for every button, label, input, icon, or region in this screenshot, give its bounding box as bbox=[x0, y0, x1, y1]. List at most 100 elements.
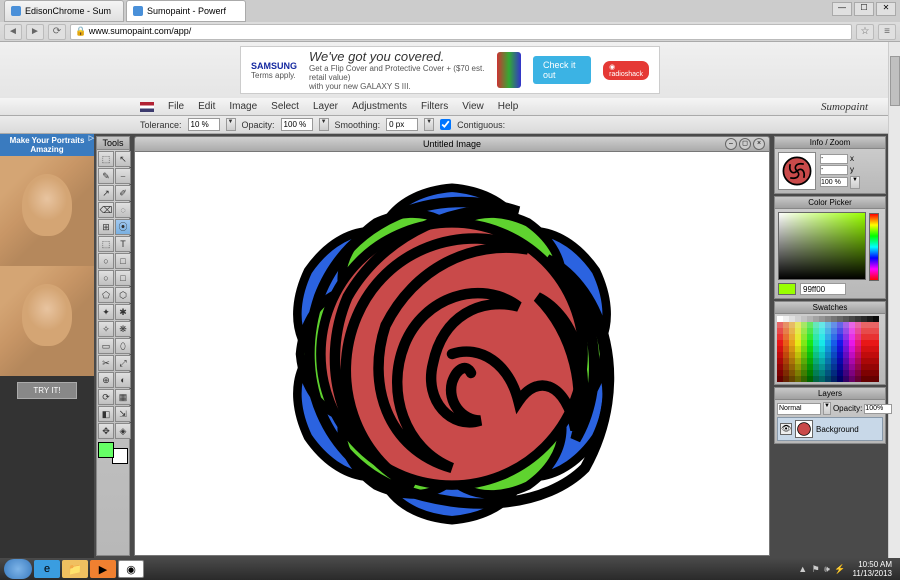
tool-button[interactable]: ⊞ bbox=[98, 219, 114, 235]
tool-button[interactable]: ✱ bbox=[115, 304, 131, 320]
info-x-input[interactable] bbox=[820, 154, 848, 164]
dropdown-icon[interactable]: ▼ bbox=[424, 118, 434, 131]
tool-button[interactable]: ⬚ bbox=[98, 236, 114, 252]
tool-button[interactable]: ✥ bbox=[98, 423, 114, 439]
current-color-swatch[interactable] bbox=[778, 283, 796, 295]
dropdown-icon[interactable]: ▼ bbox=[226, 118, 236, 131]
bookmark-button[interactable]: ☆ bbox=[856, 24, 874, 40]
tool-button[interactable]: ⬯ bbox=[115, 338, 131, 354]
browser-tab[interactable]: EdisonChrome - Sum bbox=[4, 0, 124, 22]
menu-select[interactable]: Select bbox=[271, 101, 299, 112]
tool-button[interactable]: ⦿ bbox=[115, 219, 131, 235]
tool-button[interactable]: ↖ bbox=[115, 151, 131, 167]
foreground-color-well[interactable] bbox=[98, 442, 114, 458]
tool-button[interactable]: ✎ bbox=[98, 168, 114, 184]
dropdown-icon[interactable]: ▼ bbox=[319, 118, 329, 131]
tool-button[interactable]: ⎯ bbox=[115, 168, 131, 184]
swatch[interactable] bbox=[873, 376, 879, 382]
hex-input[interactable] bbox=[800, 283, 846, 295]
tray-icons[interactable]: ▲ ⚑ 🕪 ⚡ bbox=[798, 565, 846, 574]
menu-image[interactable]: Image bbox=[229, 101, 257, 112]
blend-mode-select[interactable] bbox=[777, 403, 821, 415]
close-button[interactable]: ✕ bbox=[876, 2, 896, 16]
tool-button[interactable]: ▭ bbox=[98, 338, 114, 354]
tool-button[interactable]: ◐ bbox=[115, 372, 131, 388]
canvas[interactable] bbox=[134, 152, 770, 556]
scrollbar-thumb[interactable] bbox=[890, 56, 900, 106]
adchoices-icon[interactable]: ▷ bbox=[89, 134, 94, 142]
tool-button[interactable]: ❋ bbox=[115, 321, 131, 337]
menu-layer[interactable]: Layer bbox=[313, 101, 338, 112]
tool-button[interactable]: ⬚ bbox=[98, 151, 114, 167]
contiguous-checkbox[interactable] bbox=[440, 119, 451, 130]
tool-button[interactable]: ✐ bbox=[115, 185, 131, 201]
url-input[interactable]: 🔒 www.sumopaint.com/app/ bbox=[70, 24, 852, 40]
layer-row[interactable]: 👁 Background bbox=[777, 417, 883, 441]
opacity-input[interactable] bbox=[281, 118, 313, 131]
back-button[interactable]: ◄ bbox=[4, 24, 22, 40]
tool-button[interactable]: ⬠ bbox=[98, 287, 114, 303]
ad-cta-button[interactable]: Check it out bbox=[533, 56, 591, 84]
start-button[interactable] bbox=[4, 559, 32, 579]
tool-button[interactable]: ✂ bbox=[98, 355, 114, 371]
opacity-label: Opacity: bbox=[833, 404, 862, 413]
canvas-titlebar[interactable]: Untitled Image – ◻ × bbox=[134, 136, 770, 152]
tool-button[interactable]: ⟳ bbox=[98, 389, 114, 405]
tool-button[interactable]: □ bbox=[115, 270, 131, 286]
forward-button[interactable]: ► bbox=[26, 24, 44, 40]
tool-button[interactable]: ⌫ bbox=[98, 202, 114, 218]
menu-filters[interactable]: Filters bbox=[421, 101, 448, 112]
canvas-minimize-icon[interactable]: – bbox=[725, 138, 737, 150]
smoothing-input[interactable] bbox=[386, 118, 418, 131]
canvas-maximize-icon[interactable]: ◻ bbox=[739, 138, 751, 150]
canvas-close-icon[interactable]: × bbox=[753, 138, 765, 150]
tool-button[interactable]: ○ bbox=[98, 253, 114, 269]
tool-button[interactable]: ⤢ bbox=[115, 355, 131, 371]
tool-button[interactable]: ◌ bbox=[115, 202, 131, 218]
dropdown-icon[interactable]: ▼ bbox=[823, 402, 831, 415]
menu-file[interactable]: File bbox=[168, 101, 184, 112]
flag-icon[interactable] bbox=[140, 102, 154, 112]
tool-button[interactable]: ▦ bbox=[115, 389, 131, 405]
hue-slider[interactable] bbox=[869, 213, 879, 281]
taskbar-chrome-icon[interactable]: ◉ bbox=[118, 560, 144, 578]
minimize-button[interactable]: — bbox=[832, 2, 852, 16]
sidebar-ad-cta[interactable]: TRY IT! bbox=[17, 382, 77, 399]
zoom-input[interactable] bbox=[820, 177, 848, 187]
sidebar-ad[interactable]: Make Your Portraits Amazing▷ TRY IT! bbox=[0, 134, 94, 558]
tool-button[interactable]: ◈ bbox=[115, 423, 131, 439]
tool-button[interactable]: ⇲ bbox=[115, 406, 131, 422]
menu-adjustments[interactable]: Adjustments bbox=[352, 101, 407, 112]
menu-edit[interactable]: Edit bbox=[198, 101, 215, 112]
visibility-toggle-icon[interactable]: 👁 bbox=[780, 423, 792, 435]
tool-button[interactable]: ○ bbox=[98, 270, 114, 286]
reload-button[interactable]: ⟳ bbox=[48, 24, 66, 40]
tool-button[interactable]: ↗ bbox=[98, 185, 114, 201]
tolerance-input[interactable] bbox=[188, 118, 220, 131]
tool-button[interactable]: ⬡ bbox=[115, 287, 131, 303]
page-scrollbar[interactable] bbox=[888, 42, 900, 558]
menu-button[interactable]: ≡ bbox=[878, 24, 896, 40]
taskbar-media-icon[interactable]: ▶ bbox=[90, 560, 116, 578]
tool-button[interactable]: ◧ bbox=[98, 406, 114, 422]
tool-button[interactable]: □ bbox=[115, 253, 131, 269]
tool-button[interactable]: ✧ bbox=[98, 321, 114, 337]
tool-button[interactable]: ✦ bbox=[98, 304, 114, 320]
address-bar: ◄ ► ⟳ 🔒 www.sumopaint.com/app/ ☆ ≡ bbox=[0, 22, 900, 42]
menu-help[interactable]: Help bbox=[498, 101, 519, 112]
maximize-button[interactable]: ☐ bbox=[854, 2, 874, 16]
menu-view[interactable]: View bbox=[462, 101, 484, 112]
taskbar-ie-icon[interactable]: e bbox=[34, 560, 60, 578]
tool-button[interactable]: T bbox=[115, 236, 131, 252]
color-gradient[interactable] bbox=[778, 212, 866, 280]
background-color-well[interactable] bbox=[112, 448, 128, 464]
tool-button[interactable]: ⊕ bbox=[98, 372, 114, 388]
system-tray[interactable]: ▲ ⚑ 🕪 ⚡ 10:50 AM11/13/2013 bbox=[798, 560, 896, 578]
navigator-thumbnail[interactable] bbox=[778, 152, 816, 190]
banner-ad[interactable]: SAMSUNG Terms apply. We've got you cover… bbox=[240, 46, 660, 94]
info-y-input[interactable] bbox=[820, 165, 848, 175]
browser-tab-active[interactable]: Sumopaint - Powerf bbox=[126, 0, 246, 22]
taskbar-explorer-icon[interactable]: 📁 bbox=[62, 560, 88, 578]
layer-opacity-input[interactable] bbox=[864, 404, 892, 414]
dropdown-icon[interactable]: ▼ bbox=[850, 176, 860, 189]
